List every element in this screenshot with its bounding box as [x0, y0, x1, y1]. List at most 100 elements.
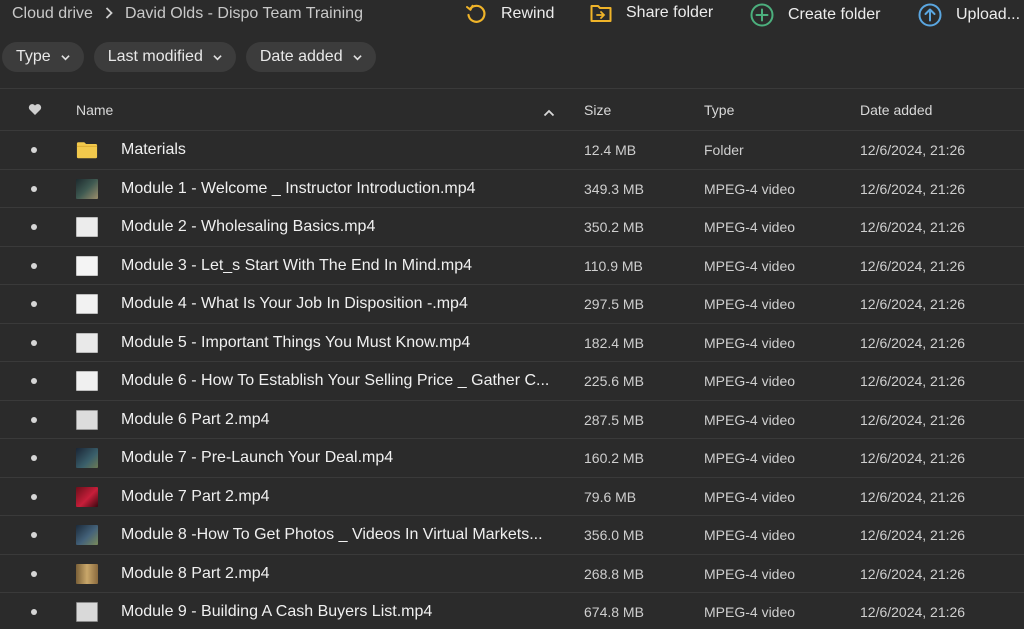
file-date-added: 12/6/2024, 21:26	[860, 527, 966, 543]
file-date-added: 12/6/2024, 21:26	[860, 604, 966, 620]
table-row[interactable]: Module 5 - Important Things You Must Kno…	[0, 324, 1024, 362]
upload-label: Upload...	[956, 6, 1021, 23]
file-size: 79.6 MB	[584, 488, 637, 505]
bullet-icon	[31, 478, 39, 516]
file-type: MPEG-4 video	[704, 604, 796, 620]
table-row[interactable]: Module 8 Part 2.mp4 268.8 MB MPEG-4 video 1…	[0, 555, 1024, 593]
file-size: 674.8 MB	[584, 604, 644, 620]
video-thumbnail-icon	[76, 324, 98, 362]
bullet-icon	[31, 555, 39, 593]
video-thumbnail-icon	[76, 401, 98, 439]
chevron-down-icon	[61, 54, 70, 60]
file-size: 225.6 MB	[584, 373, 644, 389]
table-row[interactable]: Module 4 - What Is Your Job In Dispositi…	[0, 285, 1024, 324]
video-thumbnail-icon	[76, 478, 98, 516]
file-size: 182.4 MB	[584, 334, 644, 351]
table-row[interactable]: Module 1 - Welcome _ Instructor Introduc…	[0, 170, 1024, 208]
table-row[interactable]: Module 2 - Wholesaling Basics.mp4 350.2 M…	[0, 208, 1024, 247]
file-name: Module 5 - Important Things You Must Kno…	[121, 333, 471, 351]
toolbar: Rewind Share folder Create folder Upload…	[0, 3, 1024, 27]
column-header-size[interactable]: Size	[584, 102, 611, 118]
table-row[interactable]: Module 7 Part 2.mp4 79.6 MB MPEG-4 video 12…	[0, 478, 1024, 516]
file-date-added: 12/6/2024, 21:26	[860, 180, 966, 197]
table-row[interactable]: Module 7 - Pre-Launch Your Deal.mp4 160.2…	[0, 439, 1024, 478]
file-name: Module 6 - How To Establish Your Selling…	[121, 372, 550, 389]
file-name: Module 7 Part 2.mp4	[121, 487, 270, 505]
table-row[interactable]: Module 3 - Let_s Start With The End In M…	[0, 247, 1024, 285]
rewind-label: Rewind	[501, 5, 555, 22]
video-thumbnail-icon	[76, 516, 98, 554]
file-size: 350.2 MB	[584, 219, 644, 235]
file-name: Module 9 - Building A Cash Buyers List.m…	[121, 603, 433, 620]
file-date-added: 12/6/2024, 21:26	[860, 142, 966, 158]
file-name: Module 2 - Wholesaling Basics.mp4	[121, 218, 376, 235]
file-type: MPEG-4 video	[704, 180, 796, 197]
file-date-added: 12/6/2024, 21:26	[860, 219, 966, 235]
type-filter[interactable]: Type	[2, 42, 84, 72]
folder-icon	[76, 131, 98, 169]
file-type: MPEG-4 video	[704, 527, 796, 543]
file-name: Module 8 -How To Get Photos _ Videos In …	[121, 526, 543, 543]
sort-ascending-icon[interactable]	[543, 104, 555, 120]
rewind-button[interactable]: Rewind	[465, 3, 554, 25]
video-thumbnail-icon	[76, 247, 98, 285]
file-type: MPEG-4 video	[704, 296, 796, 312]
file-type: MPEG-4 video	[704, 411, 796, 428]
file-name: Materials	[121, 141, 186, 158]
file-name: Module 6 Part 2.mp4	[121, 410, 270, 428]
video-thumbnail-icon	[76, 208, 98, 246]
file-date-added: 12/6/2024, 21:26	[860, 488, 966, 505]
bullet-icon	[31, 131, 39, 169]
file-type: MPEG-4 video	[704, 488, 796, 505]
favourite-heart-icon[interactable]	[28, 103, 42, 119]
video-thumbnail-icon	[76, 439, 98, 477]
share-folder-button[interactable]: Share folder	[590, 3, 713, 23]
table-header: Name Size Type Date added	[0, 88, 1024, 131]
file-size: 297.5 MB	[584, 296, 644, 312]
file-name: Module 8 Part 2.mp4	[121, 564, 270, 582]
table-row[interactable]: Materials 12.4 MB Folder 12/6/2024, 21:26	[0, 131, 1024, 170]
bullet-icon	[31, 401, 39, 439]
bullet-icon	[31, 247, 39, 285]
bullet-icon	[31, 439, 39, 477]
bullet-icon	[31, 170, 39, 208]
file-table: Name Size Type Date added Materials 12.4 …	[0, 88, 1024, 629]
file-size: 349.3 MB	[584, 180, 644, 197]
file-date-added: 12/6/2024, 21:26	[860, 411, 966, 428]
table-row[interactable]: Module 8 -How To Get Photos _ Videos In …	[0, 516, 1024, 555]
last-modified-filter-label: Last modified	[107, 48, 203, 65]
share-folder-icon	[590, 5, 612, 22]
table-row[interactable]: Module 6 - How To Establish Your Selling…	[0, 362, 1024, 401]
column-header-type[interactable]: Type	[704, 102, 734, 118]
column-header-name[interactable]: Name	[76, 102, 113, 118]
column-header-date-added[interactable]: Date added	[860, 102, 932, 118]
table-row[interactable]: Module 6 Part 2.mp4 287.5 MB MPEG-4 video 1…	[0, 401, 1024, 439]
file-date-added: 12/6/2024, 21:26	[860, 565, 966, 582]
video-thumbnail-icon	[76, 555, 98, 593]
file-date-added: 12/6/2024, 21:26	[860, 296, 966, 312]
plus-circle-icon	[750, 3, 774, 27]
file-size: 287.5 MB	[584, 411, 644, 428]
file-type: MPEG-4 video	[704, 334, 796, 351]
file-name: Module 7 - Pre-Launch Your Deal.mp4	[121, 449, 394, 466]
file-date-added: 12/6/2024, 21:26	[860, 257, 966, 274]
video-thumbnail-icon	[76, 593, 98, 629]
bullet-icon	[31, 516, 39, 554]
upload-button[interactable]: Upload...	[918, 3, 1020, 27]
file-date-added: 12/6/2024, 21:26	[860, 334, 966, 351]
file-size: 160.2 MB	[584, 450, 644, 466]
video-thumbnail-icon	[76, 170, 98, 208]
share-folder-label: Share folder	[626, 4, 714, 21]
type-filter-label: Type	[16, 48, 51, 65]
file-type: Folder	[704, 142, 744, 158]
bullet-icon	[31, 208, 39, 246]
last-modified-filter[interactable]: Last modified	[93, 42, 236, 72]
chevron-down-icon	[352, 54, 362, 60]
table-row[interactable]: Module 9 - Building A Cash Buyers List.m…	[0, 593, 1024, 629]
file-size: 356.0 MB	[584, 527, 644, 543]
file-date-added: 12/6/2024, 21:26	[860, 373, 966, 389]
file-type: MPEG-4 video	[704, 565, 796, 582]
create-folder-button[interactable]: Create folder	[750, 3, 881, 27]
date-added-filter[interactable]: Date added	[245, 42, 376, 72]
upload-icon	[918, 3, 942, 27]
